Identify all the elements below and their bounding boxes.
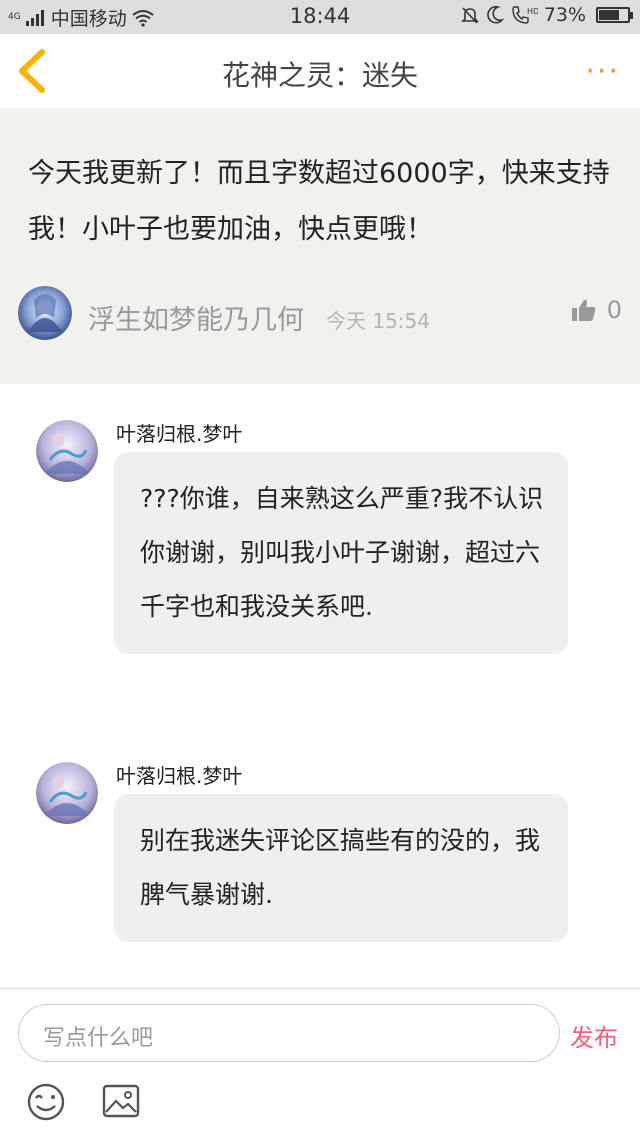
post-timestamp: 今天 15:54 xyxy=(326,309,430,333)
svg-text:HD: HD xyxy=(527,7,538,16)
hd-call-icon: HD xyxy=(512,6,538,24)
reply-avatar[interactable] xyxy=(36,420,98,482)
reply-author-name[interactable]: 叶落归根.梦叶 xyxy=(116,760,242,789)
avatar-image-icon xyxy=(18,286,72,340)
original-post: 今天我更新了！而且字数超过6000字，快来支持我！小叶子也要加油，快点更哦！ 浮… xyxy=(0,108,640,384)
battery-percent: 73% xyxy=(543,4,586,26)
reply-author-name[interactable]: 叶落归根.梦叶 xyxy=(116,418,242,447)
composer-divider xyxy=(0,988,640,989)
reply-bubble: 别在我迷失评论区搞些有的没的，我脾气暴谢谢. xyxy=(114,794,568,942)
reply-bubble: ???你谁，自来熟这么严重?我不认识你谢谢，别叫我小叶子谢谢，超过六千字也和我没… xyxy=(114,452,568,654)
like-count: 0 xyxy=(606,296,622,324)
more-options-icon[interactable]: ··· xyxy=(585,54,620,89)
page-title: 花神之灵：迷失 xyxy=(221,59,418,92)
image-picker-icon[interactable] xyxy=(102,1084,140,1118)
emoji-icon[interactable] xyxy=(26,1082,66,1122)
moon-icon xyxy=(487,5,504,24)
notification-muted-icon xyxy=(460,7,479,24)
avatar-image-icon xyxy=(36,762,98,824)
avatar-image-icon xyxy=(36,420,98,482)
reply-avatar[interactable] xyxy=(36,762,98,824)
comment-input[interactable]: 写点什么吧 xyxy=(18,1004,560,1062)
status-right: HD 73% xyxy=(460,4,633,26)
post-text: 今天我更新了！而且字数超过6000字，快来支持我！小叶子也要加油，快点更哦！ xyxy=(28,158,610,245)
nav-bar: 花神之灵：迷失 ··· xyxy=(0,34,640,108)
battery-fill xyxy=(599,10,620,20)
battery-icon xyxy=(596,7,633,23)
status-bar: 4G 中国移动 18:44 HD 73% xyxy=(0,0,640,34)
post-author-avatar[interactable] xyxy=(18,286,72,340)
thumbs-up-icon xyxy=(571,299,596,321)
post-author-name[interactable]: 浮生如梦能乃几何 xyxy=(88,298,304,337)
send-button[interactable]: 发布 xyxy=(570,1018,618,1053)
like-button[interactable]: 0 xyxy=(571,296,622,324)
